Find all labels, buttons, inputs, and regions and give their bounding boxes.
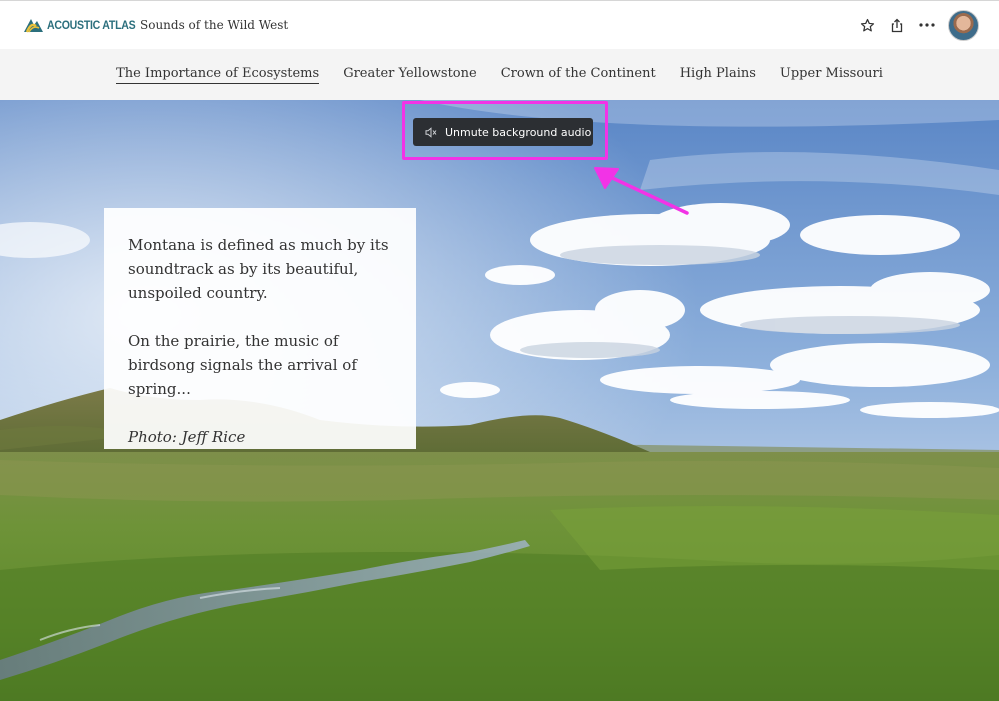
share-button[interactable] bbox=[882, 8, 912, 42]
share-icon bbox=[891, 18, 903, 32]
annotation-arrow bbox=[594, 167, 689, 215]
more-options-button[interactable] bbox=[912, 8, 942, 42]
story-navigation: The Importance of Ecosystems Greater Yel… bbox=[0, 49, 999, 100]
header-actions bbox=[852, 8, 979, 42]
brand-logo-link[interactable]: ACOUSTIC ATLAS bbox=[22, 15, 136, 35]
favorite-button[interactable] bbox=[852, 8, 882, 42]
acoustic-atlas-logo-icon bbox=[24, 19, 43, 33]
user-avatar[interactable] bbox=[948, 9, 979, 41]
nav-tab-importance-of-ecosystems[interactable]: The Importance of Ecosystems bbox=[116, 66, 320, 84]
nav-tab-high-plains[interactable]: High Plains bbox=[680, 66, 756, 83]
story-title: Sounds of the Wild West bbox=[140, 18, 289, 32]
brand-name: ACOUSTIC ATLAS bbox=[47, 18, 136, 32]
star-icon bbox=[860, 18, 874, 31]
nav-tab-greater-yellowstone[interactable]: Greater Yellowstone bbox=[343, 66, 477, 83]
annotation-highlight-box bbox=[402, 101, 608, 160]
nav-tab-crown-of-the-continent[interactable]: Crown of the Continent bbox=[501, 66, 656, 83]
photo-credit: Photo: Jeff Rice bbox=[128, 428, 246, 446]
card-paragraph-prairie: On the prairie, the music of birdsong si… bbox=[128, 332, 357, 398]
card-paragraph-intro: Montana is defined as much by its soundt… bbox=[128, 236, 389, 302]
story-text-card: Montana is defined as much by its soundt… bbox=[104, 208, 416, 449]
top-bar: ACOUSTIC ATLAS Sounds of the Wild West bbox=[0, 0, 999, 49]
more-icon bbox=[919, 23, 935, 27]
nav-tab-upper-missouri[interactable]: Upper Missouri bbox=[780, 66, 883, 83]
